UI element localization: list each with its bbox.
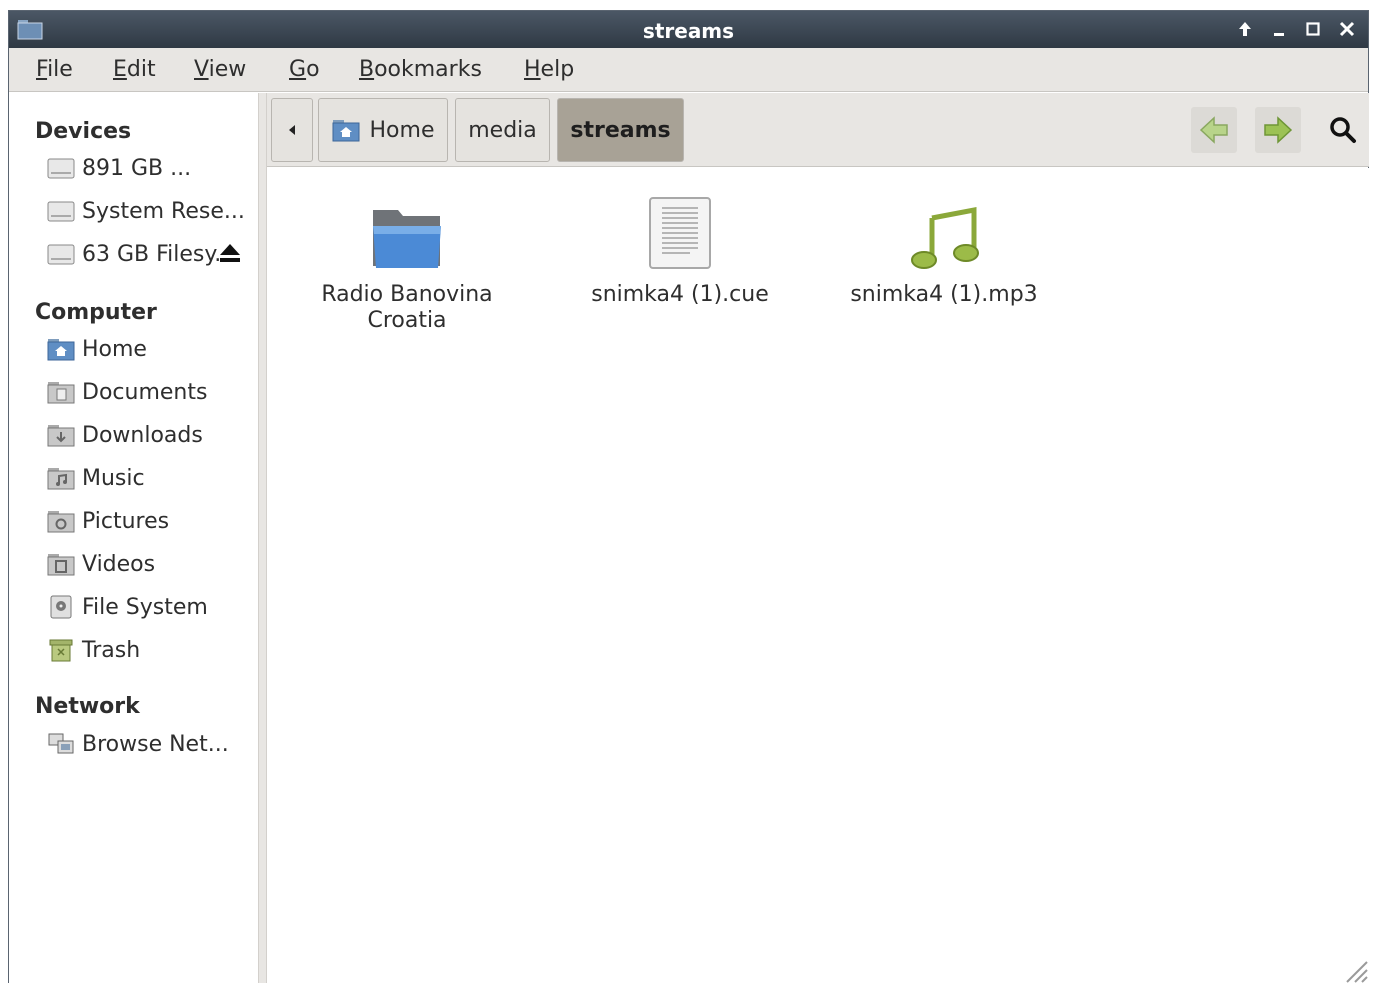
sidebar-item-label: Pictures bbox=[82, 508, 170, 534]
chevron-left-icon bbox=[289, 125, 295, 135]
computer-heading: Computer bbox=[35, 300, 157, 325]
sidebar-item-music[interactable]: Music bbox=[47, 461, 145, 495]
file-name: snimka4 (1).mp3 bbox=[850, 282, 1038, 307]
drive-icon bbox=[47, 201, 75, 222]
breadcrumb-scroll-left-button[interactable] bbox=[271, 98, 313, 162]
search-button[interactable] bbox=[1320, 107, 1366, 153]
music-file-icon bbox=[911, 206, 979, 269]
devices-heading: Devices bbox=[35, 119, 132, 144]
sidebar-item-label: System Rese... bbox=[82, 198, 245, 224]
file-icon-view[interactable]: Radio Banovina Croatia snimka4 (1).cue s… bbox=[267, 168, 1369, 983]
folder-icon bbox=[373, 210, 441, 268]
menu-go[interactable]: Go bbox=[289, 57, 320, 82]
arrow-up-icon bbox=[1239, 22, 1251, 36]
sidebar-item-label: File System bbox=[82, 594, 208, 620]
file-name: snimka4 (1).cue bbox=[591, 282, 769, 307]
menu-file[interactable]: File bbox=[36, 57, 73, 82]
file-name: Radio Banovina Croatia bbox=[321, 282, 493, 333]
sidebar-item-pictures[interactable]: Pictures bbox=[47, 504, 169, 538]
sidebar-item-documents[interactable]: Documents bbox=[47, 375, 207, 409]
location-toolbar: Home media streams bbox=[267, 93, 1369, 167]
videos-folder-icon bbox=[47, 554, 75, 576]
sidebar-item-label: Videos bbox=[82, 551, 156, 577]
sidebar-item-file-system[interactable]: File System bbox=[47, 590, 208, 624]
file-manager-window: streams File Edit View Go Bookmarks Help… bbox=[8, 10, 1369, 983]
trash-icon bbox=[49, 639, 73, 662]
network-heading: Network bbox=[35, 694, 140, 719]
forward-button[interactable] bbox=[1255, 107, 1301, 153]
sidebar-item-label: 891 GB ... bbox=[82, 155, 192, 181]
window-title: streams bbox=[642, 19, 735, 43]
home-folder-icon bbox=[47, 339, 75, 361]
menu-edit[interactable]: Edit bbox=[113, 57, 156, 82]
file-system-icon bbox=[50, 595, 72, 619]
title-bar[interactable]: streams bbox=[9, 11, 1368, 48]
maximize-button[interactable] bbox=[1302, 16, 1324, 42]
sidebar-item-label: Home bbox=[82, 336, 147, 362]
sidebar-item-home[interactable]: Home bbox=[47, 332, 147, 366]
keep-above-button[interactable] bbox=[1234, 16, 1256, 42]
documents-folder-icon bbox=[47, 382, 75, 404]
breadcrumb-media[interactable]: media bbox=[455, 98, 550, 162]
minimize-button[interactable] bbox=[1268, 16, 1290, 42]
breadcrumb-label: media bbox=[468, 117, 537, 143]
menu-view[interactable]: View bbox=[194, 57, 246, 82]
downloads-folder-icon bbox=[47, 425, 75, 447]
eject-icon[interactable] bbox=[217, 241, 243, 265]
menu-help[interactable]: Help bbox=[524, 57, 574, 82]
menu-bar: File Edit View Go Bookmarks Help bbox=[9, 48, 1368, 92]
sidebar-splitter[interactable] bbox=[258, 93, 267, 983]
places-sidebar: Devices 891 GB ... System Rese... 63 GB … bbox=[9, 93, 258, 983]
file-item-snimka4-mp3[interactable]: snimka4 (1).mp3 bbox=[844, 190, 1044, 308]
pictures-folder-icon bbox=[47, 511, 75, 533]
resize-grip-icon[interactable] bbox=[1343, 958, 1369, 983]
sidebar-item-label: Downloads bbox=[82, 422, 203, 448]
drive-icon bbox=[47, 244, 75, 265]
home-folder-icon bbox=[332, 120, 360, 142]
breadcrumb-label: Home bbox=[369, 117, 435, 143]
sidebar-item-label: Documents bbox=[82, 379, 208, 405]
sidebar-item-label: 63 GB Filesy... bbox=[82, 241, 236, 267]
maximize-icon bbox=[1306, 22, 1320, 36]
sidebar-item-device-891gb[interactable]: 891 GB ... bbox=[47, 151, 191, 185]
network-icon bbox=[48, 733, 74, 754]
breadcrumb-home[interactable]: Home bbox=[318, 98, 448, 162]
sidebar-item-browse-network[interactable]: Browse Net... bbox=[47, 727, 229, 761]
sidebar-item-downloads[interactable]: Downloads bbox=[47, 418, 203, 452]
menu-bookmarks[interactable]: Bookmarks bbox=[359, 57, 482, 82]
back-button[interactable] bbox=[1191, 107, 1237, 153]
breadcrumb-streams[interactable]: streams bbox=[557, 98, 684, 162]
sidebar-item-label: Browse Net... bbox=[82, 731, 229, 757]
sidebar-item-trash[interactable]: Trash bbox=[47, 633, 140, 667]
drive-icon bbox=[47, 158, 75, 179]
sidebar-item-device-63gb[interactable]: 63 GB Filesy... bbox=[47, 237, 235, 271]
arrow-left-icon bbox=[1199, 116, 1228, 144]
close-button[interactable] bbox=[1336, 16, 1358, 42]
minimize-icon bbox=[1274, 33, 1284, 36]
sidebar-item-system-reserved[interactable]: System Rese... bbox=[47, 194, 245, 228]
text-file-icon bbox=[649, 197, 711, 269]
arrow-right-icon bbox=[1264, 116, 1293, 144]
search-icon bbox=[1330, 117, 1356, 143]
file-item-snimka4-cue[interactable]: snimka4 (1).cue bbox=[580, 190, 780, 308]
sidebar-item-videos[interactable]: Videos bbox=[47, 547, 155, 581]
breadcrumb-label: streams bbox=[570, 117, 671, 143]
sidebar-item-label: Music bbox=[82, 465, 145, 491]
sidebar-item-label: Trash bbox=[82, 637, 141, 663]
file-item-radio-banovina-croatia[interactable]: Radio Banovina Croatia bbox=[307, 190, 507, 334]
close-icon bbox=[1339, 21, 1355, 37]
music-folder-icon bbox=[47, 468, 75, 490]
